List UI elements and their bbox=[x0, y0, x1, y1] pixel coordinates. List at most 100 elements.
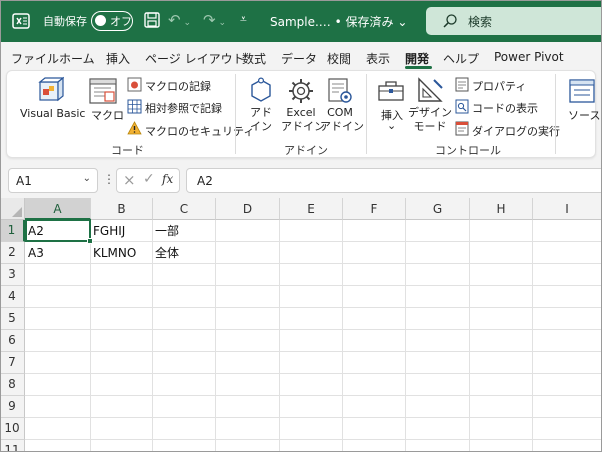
group-label-controls: コントロール bbox=[435, 144, 501, 157]
excel-app-icon bbox=[12, 13, 30, 29]
column-header[interactable]: I bbox=[533, 198, 602, 220]
group-separator bbox=[235, 74, 236, 154]
visual-basic-icon bbox=[38, 76, 64, 102]
search-icon bbox=[443, 14, 457, 28]
tab-formulas[interactable]: 数式 bbox=[242, 50, 266, 67]
row-header[interactable]: 10 bbox=[0, 418, 25, 440]
column-header[interactable]: E bbox=[280, 198, 343, 220]
tab-page-layout[interactable]: ページ レイアウト bbox=[145, 50, 245, 67]
column-header[interactable]: B bbox=[91, 198, 153, 220]
more-options-icon[interactable]: ⋮ bbox=[103, 172, 115, 186]
addins-icon bbox=[251, 77, 271, 102]
tab-power-pivot[interactable]: Power Pivot bbox=[494, 50, 564, 64]
design-mode-line1: デザイン bbox=[408, 106, 452, 119]
column-header[interactable]: F bbox=[343, 198, 406, 220]
group-label-code: コード bbox=[111, 144, 144, 157]
row-header[interactable]: 11 bbox=[0, 440, 25, 452]
search-placeholder: 検索 bbox=[468, 15, 493, 29]
autosave-toggle[interactable]: オフ bbox=[91, 11, 133, 31]
redo-icon[interactable]: ↷ ⌄ bbox=[203, 11, 233, 29]
file-name[interactable]: Sample.… • 保存済み ⌄ bbox=[270, 13, 407, 30]
xml-source-icon bbox=[569, 79, 595, 103]
cell-C1[interactable]: 一部 bbox=[152, 220, 179, 242]
grid-line bbox=[25, 395, 602, 396]
ribbon-tabs: ファイル ホーム 挿入 ページ レイアウト 数式 データ 校閲 表示 開発 ヘル… bbox=[0, 42, 602, 70]
name-box[interactable]: A1 ⌄ bbox=[8, 168, 98, 193]
undo-icon[interactable]: ↶ ⌄ bbox=[168, 11, 198, 29]
toggle-knob bbox=[95, 15, 106, 26]
tab-home[interactable]: ホーム bbox=[59, 50, 95, 67]
excel-addins-label: Excel アドイン bbox=[281, 106, 325, 134]
view-code-label: コードの表示 bbox=[472, 102, 538, 115]
column-header[interactable]: D bbox=[216, 198, 280, 220]
row-header[interactable]: 3 bbox=[0, 264, 25, 286]
row-header[interactable]: 5 bbox=[0, 308, 25, 330]
grid-line bbox=[25, 351, 602, 352]
select-all-corner[interactable] bbox=[0, 198, 25, 220]
grid-line bbox=[25, 373, 602, 374]
record-macro-icon bbox=[127, 77, 142, 92]
addins-label: アド イン bbox=[247, 106, 275, 134]
cell-B2[interactable]: KLMNO bbox=[90, 242, 136, 264]
design-mode-label: デザイン モード bbox=[408, 106, 452, 134]
column-header[interactable]: G bbox=[406, 198, 470, 220]
toolbox-icon bbox=[378, 81, 404, 101]
title-bar: 自動保存 オフ ↶ ⌄ ↷ ⌄ ⩡ Sample.… • 保存済み ⌄ 検索 bbox=[0, 0, 602, 42]
tab-review[interactable]: 校閲 bbox=[327, 50, 351, 67]
tab-insert[interactable]: 挿入 bbox=[106, 50, 130, 67]
enter-check-icon[interactable]: ✓ bbox=[143, 171, 155, 187]
active-cell-border bbox=[25, 219, 91, 242]
cell-C2[interactable]: 全体 bbox=[152, 242, 179, 264]
grid-line bbox=[25, 307, 602, 308]
formula-input[interactable]: A2 bbox=[186, 168, 602, 193]
design-mode-line2: モード bbox=[413, 120, 447, 133]
row-header[interactable]: 9 bbox=[0, 396, 25, 418]
cancel-icon[interactable]: × bbox=[123, 171, 136, 189]
design-mode-icon bbox=[418, 77, 443, 102]
row-header[interactable]: 8 bbox=[0, 374, 25, 396]
cell-A2[interactable]: A3 bbox=[25, 242, 44, 264]
active-tab-indicator bbox=[405, 66, 432, 69]
warning-icon bbox=[127, 121, 142, 135]
customize-qat-icon[interactable]: ⩡ bbox=[240, 12, 247, 27]
insert-function-icon[interactable]: fx bbox=[162, 172, 173, 186]
chevron-down-icon: ⌄ bbox=[387, 119, 397, 132]
tab-data[interactable]: データ bbox=[281, 50, 317, 67]
run-dialog-label: ダイアログの実行 bbox=[472, 125, 560, 138]
visual-basic-label: Visual Basic bbox=[20, 107, 86, 120]
tab-help[interactable]: ヘルプ bbox=[443, 50, 479, 67]
worksheet-grid[interactable]: A B C D E F G H I 1 2 3 4 5 6 7 8 9 10 1… bbox=[0, 198, 602, 452]
row-header[interactable]: 4 bbox=[0, 286, 25, 308]
chevron-down-icon[interactable]: ⌄ bbox=[83, 173, 91, 184]
cell-B1[interactable]: FGHIJ bbox=[90, 220, 125, 242]
com-addins-icon bbox=[328, 78, 352, 103]
view-code-icon bbox=[455, 99, 469, 114]
group-separator bbox=[555, 74, 556, 154]
column-header[interactable]: C bbox=[153, 198, 216, 220]
save-icon[interactable] bbox=[143, 11, 161, 29]
tab-view[interactable]: 表示 bbox=[366, 50, 390, 67]
run-dialog-icon bbox=[455, 121, 469, 136]
addins-label-line1: アド bbox=[250, 106, 272, 119]
gear-icon bbox=[289, 79, 313, 103]
search-box[interactable]: 検索 bbox=[426, 7, 602, 35]
column-header[interactable]: A bbox=[25, 198, 91, 220]
fill-handle[interactable] bbox=[87, 238, 93, 244]
excel-addins-line1: Excel bbox=[286, 106, 316, 119]
macro-label: マクロ bbox=[91, 109, 124, 122]
macro-security-label: マクロのセキュリティ bbox=[145, 125, 255, 138]
select-all-triangle-icon bbox=[12, 207, 22, 217]
row-header[interactable]: 1 bbox=[0, 220, 25, 242]
autosave-state: オフ bbox=[110, 15, 132, 28]
macro-icon bbox=[89, 78, 117, 104]
row-header[interactable]: 2 bbox=[0, 242, 25, 264]
row-header[interactable]: 6 bbox=[0, 330, 25, 352]
column-header[interactable]: H bbox=[470, 198, 533, 220]
tab-file[interactable]: ファイル bbox=[11, 50, 59, 67]
tab-developer[interactable]: 開発 bbox=[405, 50, 429, 67]
row-header[interactable]: 7 bbox=[0, 352, 25, 374]
formula-value: A2 bbox=[197, 174, 213, 188]
autosave-label: 自動保存 bbox=[43, 15, 87, 28]
grid-line bbox=[25, 285, 602, 286]
grid-line bbox=[25, 329, 602, 330]
